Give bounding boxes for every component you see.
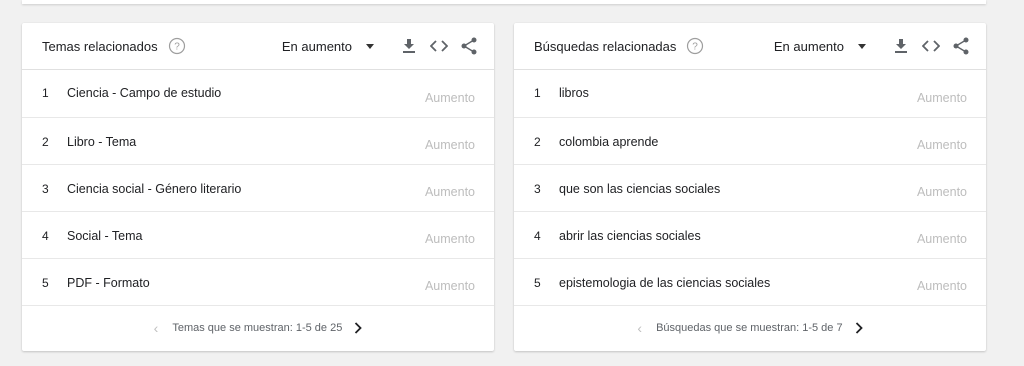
chevron-right-icon[interactable]: [354, 322, 363, 334]
row-label[interactable]: PDF - Formato: [67, 276, 150, 290]
help-circle-icon[interactable]: ?: [168, 37, 186, 55]
row-label[interactable]: abrir las ciencias sociales: [559, 229, 701, 243]
help-circle-icon[interactable]: ?: [686, 37, 704, 55]
list-item[interactable]: 3 Ciencia social - Género literario Aume…: [22, 165, 494, 212]
row-value: Aumento: [916, 232, 967, 246]
panel-title: Temas relacionados: [42, 38, 158, 54]
row-value: Aumento: [424, 279, 475, 293]
row-label[interactable]: Libro - Tema: [67, 135, 136, 149]
list-item[interactable]: 3 que son las ciencias sociales Aumento: [514, 165, 986, 212]
related-topics-panel: Temas relacionados ? En aumento 1 Cienci…: [22, 23, 494, 351]
svg-text:?: ?: [174, 42, 180, 53]
list-item[interactable]: 4 abrir las ciencias sociales Aumento: [514, 212, 986, 259]
row-index: 2: [42, 135, 49, 149]
row-index: 4: [42, 229, 49, 243]
list-item[interactable]: 5 PDF - Formato Aumento: [22, 259, 494, 306]
pagination-label: Temas que se muestran: 1-5 de 25: [172, 322, 343, 334]
chevron-right-icon[interactable]: [855, 322, 863, 334]
row-index: 5: [534, 276, 541, 290]
related-queries-panel: Búsquedas relacionadas ? En aumento 1 li…: [514, 23, 986, 351]
row-index: 4: [534, 229, 541, 243]
sort-dropdown-value: En aumento: [281, 38, 352, 54]
panel-header: Temas relacionados ? En aumento: [22, 23, 494, 70]
row-label[interactable]: Ciencia social - Género literario: [67, 182, 241, 196]
panel-header: Búsquedas relacionadas ? En aumento: [514, 23, 986, 70]
row-label[interactable]: que son las ciencias sociales: [559, 182, 720, 196]
list-item[interactable]: 1 libros Aumento: [514, 70, 986, 118]
list-item[interactable]: 5 epistemologia de las ciencias sociales…: [514, 259, 986, 306]
row-label[interactable]: colombia aprende: [559, 135, 658, 149]
sort-dropdown-value: En aumento: [773, 38, 844, 54]
panel-title: Búsquedas relacionadas: [534, 38, 677, 54]
row-label[interactable]: Ciencia - Campo de estudio: [67, 86, 221, 100]
list-item[interactable]: 2 Libro - Tema Aumento: [22, 118, 494, 165]
list-item[interactable]: 4 Social - Tema Aumento: [22, 212, 494, 259]
row-label[interactable]: epistemologia de las ciencias sociales: [559, 276, 770, 290]
row-value: Aumento: [424, 185, 475, 199]
row-index: 1: [534, 86, 541, 100]
row-index: 3: [534, 182, 541, 196]
row-label[interactable]: Social - Tema: [67, 229, 143, 243]
caret-down-icon: [858, 43, 866, 49]
sort-dropdown[interactable]: En aumento: [774, 39, 866, 54]
row-index: 2: [534, 135, 541, 149]
download-icon[interactable]: [892, 37, 910, 55]
code-embed-icon[interactable]: [430, 37, 448, 55]
chevron-left-icon[interactable]: ‹: [154, 320, 159, 336]
sort-dropdown[interactable]: En aumento: [282, 39, 374, 54]
svg-text:?: ?: [693, 42, 699, 53]
share-icon[interactable]: [460, 37, 478, 55]
row-index: 5: [42, 276, 49, 290]
row-value: Aumento: [916, 279, 967, 293]
download-icon[interactable]: [400, 37, 418, 55]
row-value: Aumento: [916, 138, 967, 152]
row-index: 3: [42, 182, 49, 196]
row-value: Aumento: [424, 232, 475, 246]
caret-down-icon: [366, 43, 374, 49]
row-value: Aumento: [916, 185, 967, 199]
row-value: Aumento: [424, 91, 475, 105]
row-value: Aumento: [916, 91, 967, 105]
code-embed-icon[interactable]: [922, 37, 940, 55]
pagination: ‹ Temas que se muestran: 1-5 de 25: [22, 305, 494, 351]
row-label[interactable]: libros: [559, 86, 589, 100]
list-item[interactable]: 2 colombia aprende Aumento: [514, 118, 986, 165]
list-item[interactable]: 1 Ciencia - Campo de estudio Aumento: [22, 70, 494, 118]
row-value: Aumento: [424, 138, 475, 152]
previous-card-edge: [22, 0, 986, 4]
row-index: 1: [42, 86, 49, 100]
share-icon[interactable]: [952, 37, 970, 55]
chevron-left-icon[interactable]: ‹: [637, 320, 642, 336]
pagination-label: Búsquedas que se muestran: 1-5 de 7: [656, 322, 843, 334]
pagination: ‹ Búsquedas que se muestran: 1-5 de 7: [514, 305, 986, 351]
